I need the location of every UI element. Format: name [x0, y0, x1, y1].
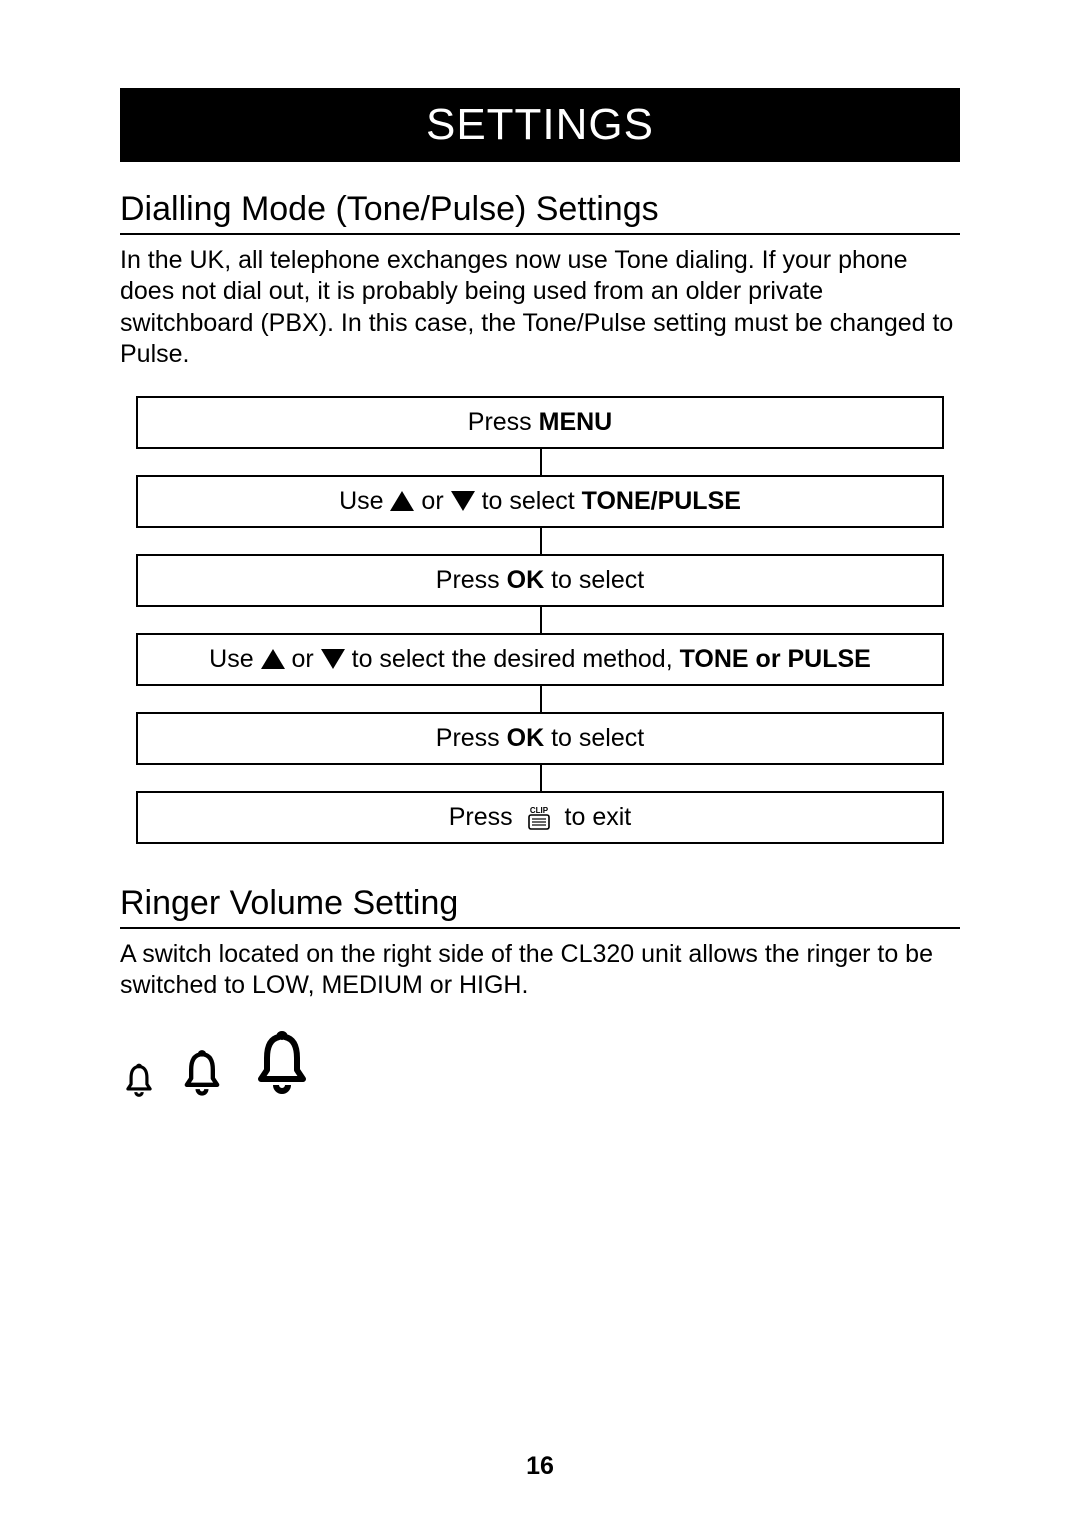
flow-text: or: [421, 487, 450, 515]
flow-text: to exit: [565, 803, 632, 831]
flow-text-bold: TONE/PULSE: [582, 487, 741, 515]
flow-text: to select the desired method,: [352, 645, 680, 673]
section-paragraph-dialling: In the UK, all telephone exchanges now u…: [120, 245, 960, 370]
section-title-dialling: Dialling Mode (Tone/Pulse) Settings: [120, 190, 960, 235]
flow-text: Press: [449, 803, 520, 831]
flow-text: to select: [544, 724, 644, 752]
flow-chart: Press MENU Use or to select TONE/PULSE P…: [120, 396, 960, 844]
flow-connector: [137, 527, 943, 555]
flow-text: Press: [436, 724, 507, 752]
flow-text: Use: [339, 487, 390, 515]
flow-text: Use: [209, 645, 260, 673]
triangle-down-icon: [321, 649, 345, 669]
flow-text-bold: OK: [507, 566, 545, 594]
flow-step-3: Press OK to select: [137, 555, 943, 606]
triangle-down-icon: [451, 491, 475, 511]
clip-card-icon: CLIP: [524, 805, 554, 831]
flow-connector: [137, 606, 943, 634]
flow-step-6: Press CLIP to exit: [137, 792, 943, 843]
triangle-up-icon: [261, 649, 285, 669]
flow-text-bold: OK: [507, 724, 545, 752]
page-number: 16: [0, 1452, 1080, 1481]
flow-text-bold: TONE or PULSE: [680, 645, 871, 673]
flow-step-2: Use or to select TONE/PULSE: [137, 476, 943, 527]
flow-step-1: Press MENU: [137, 397, 943, 448]
flow-connector: [137, 448, 943, 476]
triangle-up-icon: [390, 491, 414, 511]
flow-connector: [137, 685, 943, 713]
section-paragraph-ringer: A switch located on the right side of th…: [120, 939, 960, 1002]
flow-text: Press: [436, 566, 507, 594]
section-title-ringer: Ringer Volume Setting: [120, 884, 960, 929]
flow-text: Press: [468, 408, 539, 436]
bell-icons: [120, 1028, 960, 1100]
flow-text: to select: [482, 487, 582, 515]
svg-text:CLIP: CLIP: [529, 806, 548, 815]
flow-text: or: [292, 645, 314, 673]
bell-small-icon: [120, 1062, 158, 1100]
flow-connector: [137, 764, 943, 792]
flow-step-4: Use or to select the desired method, TON…: [137, 634, 943, 685]
flow-step-5: Press OK to select: [137, 713, 943, 764]
bell-medium-icon: [176, 1048, 228, 1100]
page-header: SETTINGS: [120, 88, 960, 162]
bell-large-icon: [246, 1028, 318, 1100]
flow-text: to select: [544, 566, 644, 594]
flow-text-bold: MENU: [539, 408, 613, 436]
